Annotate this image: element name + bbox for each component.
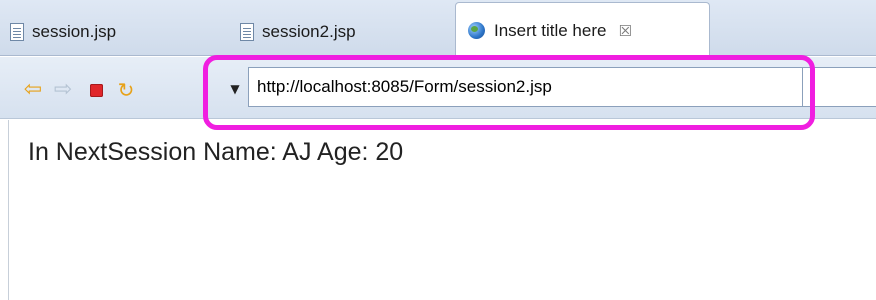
browser-frame: session.jsp session2.jsp Insert title he… bbox=[0, 0, 876, 300]
tab-label: session.jsp bbox=[32, 22, 117, 41]
url-input[interactable] bbox=[248, 67, 803, 107]
navigation-toolbar: ⇦ ⇨ ↻ ▼ bbox=[0, 57, 876, 119]
tab-label: Insert title here bbox=[494, 20, 607, 40]
page-body-text: In NextSession Name: AJ Age: 20 bbox=[28, 138, 404, 166]
jsp-file-icon bbox=[240, 23, 254, 41]
tab-session-jsp[interactable]: session.jsp bbox=[10, 8, 210, 56]
tab-strip: session.jsp session2.jsp Insert title he… bbox=[0, 0, 876, 58]
back-arrow-icon[interactable]: ⇦ bbox=[22, 79, 44, 101]
tab-label: session2.jsp bbox=[262, 22, 356, 41]
tab-session2-jsp[interactable]: session2.jsp bbox=[240, 8, 440, 56]
refresh-icon[interactable]: ↻ bbox=[115, 79, 137, 101]
stop-icon[interactable] bbox=[85, 79, 107, 101]
jsp-file-icon bbox=[10, 23, 24, 41]
globe-icon bbox=[468, 22, 485, 39]
url-history-dropdown-icon[interactable]: ▼ bbox=[228, 81, 242, 97]
forward-arrow-icon[interactable]: ⇨ bbox=[52, 79, 74, 101]
content-divider bbox=[8, 120, 9, 300]
url-input-extension bbox=[803, 67, 876, 107]
tab-insert-title-here[interactable]: Insert title here ☒ bbox=[455, 2, 710, 58]
close-icon[interactable]: ☒ bbox=[618, 22, 631, 40]
